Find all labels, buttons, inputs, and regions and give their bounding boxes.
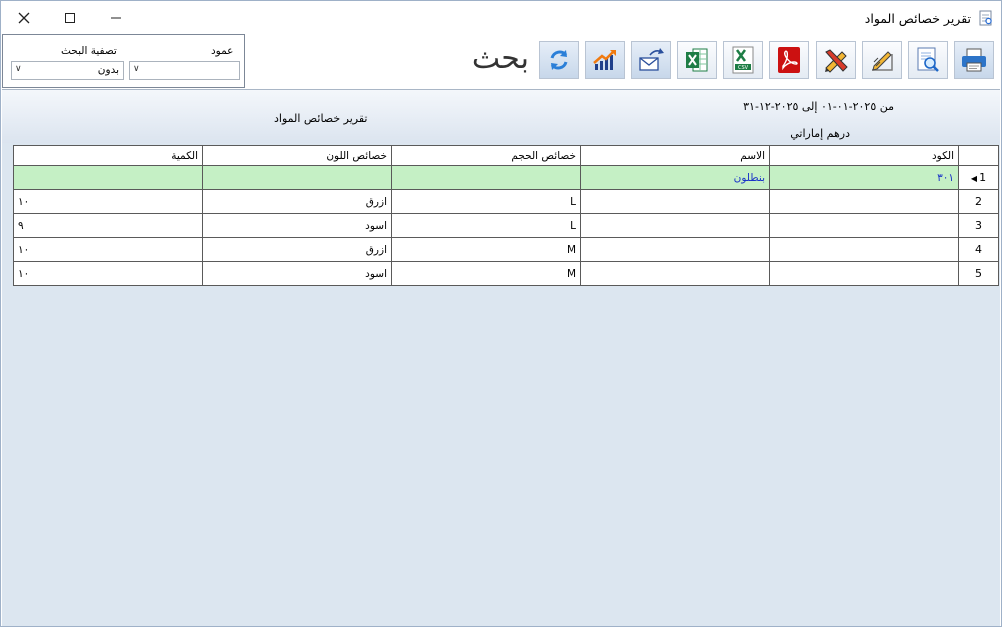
chevron-down-icon: ∨: [15, 64, 22, 74]
csv-export-button[interactable]: CSV: [723, 41, 763, 79]
maximize-button[interactable]: [47, 1, 93, 35]
row-number: 1: [979, 171, 987, 184]
header-row: الكمية خصائص اللون خصائص الحجم الاسم الك…: [13, 145, 999, 166]
color-cell[interactable]: ازرق: [202, 189, 392, 214]
size-cell[interactable]: M: [391, 237, 581, 262]
date-range: من ٢٠٢٥-٠١-٠١ إلى ٢٠٢٥-١٢-٣١: [743, 100, 894, 113]
report-app-icon: [979, 10, 992, 26]
edit-icon: [872, 51, 893, 71]
table-row[interactable]: ٩ اسود L 3: [13, 213, 999, 238]
svg-text:CSV: CSV: [738, 65, 749, 71]
window-title: تقرير خصائص المواد: [864, 11, 971, 26]
name-cell[interactable]: بنطلون: [580, 165, 770, 190]
size-cell[interactable]: L: [391, 213, 581, 238]
chevron-down-icon: ∨: [133, 64, 140, 74]
row-number[interactable]: 2: [958, 189, 999, 214]
color-cell[interactable]: اسود: [202, 213, 392, 238]
current-row-indicator-icon: ◀: [970, 174, 978, 183]
csv-icon: CSV: [732, 46, 754, 74]
refresh-icon: [550, 50, 568, 70]
color-cell[interactable]: اسود: [202, 261, 392, 286]
qty-cell[interactable]: ١٠: [13, 189, 203, 214]
edit-button[interactable]: [862, 41, 902, 79]
row-number[interactable]: 5: [958, 261, 999, 286]
minimize-button[interactable]: [93, 1, 139, 35]
color-cell[interactable]: [202, 165, 392, 190]
maximize-icon: [65, 13, 75, 23]
column-label: عمود: [211, 45, 234, 57]
email-icon: [639, 48, 664, 71]
color-cell[interactable]: ازرق: [202, 237, 392, 262]
print-button[interactable]: [954, 41, 994, 79]
title-bar: تقرير خصائص المواد: [1, 1, 1001, 35]
qty-cell[interactable]: ٩: [13, 213, 203, 238]
qty-cell[interactable]: [13, 165, 203, 190]
report-title: تقرير خصائص المواد: [274, 112, 368, 125]
refresh-button[interactable]: [539, 41, 579, 79]
print-icon: [962, 48, 986, 72]
header-size[interactable]: خصائص الحجم: [391, 145, 581, 166]
excel-icon: [686, 48, 708, 72]
header-corner: [958, 145, 999, 166]
row-number[interactable]: 3: [958, 213, 999, 238]
row-header[interactable]: ◀ 1: [958, 165, 999, 190]
excel-export-button[interactable]: [677, 41, 717, 79]
report-window: تقرير خصائص المواد عمود تصفية البحث ∨ ∨ …: [0, 0, 1002, 627]
report-header: من ٢٠٢٥-٠١-٠١ إلى ٢٠٢٥-١٢-٣١ درهم إمارات…: [2, 89, 1000, 145]
header-qty[interactable]: الكمية: [13, 145, 203, 166]
design-icon: [825, 49, 848, 73]
currency-label: درهم إماراتي: [790, 127, 850, 140]
qty-cell[interactable]: ١٠: [13, 237, 203, 262]
size-cell[interactable]: L: [391, 189, 581, 214]
minimize-icon: [111, 17, 121, 19]
search-filter-label: تصفية البحث: [61, 45, 117, 57]
code-cell[interactable]: [769, 189, 959, 214]
row-number[interactable]: 4: [958, 237, 999, 262]
search-filter-value: بدون: [97, 64, 119, 76]
column-select[interactable]: ∨: [129, 61, 240, 80]
size-cell[interactable]: [391, 165, 581, 190]
header-code[interactable]: الكود: [769, 145, 959, 166]
close-icon: [18, 12, 30, 24]
preview-button[interactable]: [908, 41, 948, 79]
search-box[interactable]: بحث: [246, 39, 533, 83]
table-row[interactable]: ١٠ ازرق L 2: [13, 189, 999, 214]
close-button[interactable]: [1, 1, 47, 35]
pdf-export-button[interactable]: [769, 41, 809, 79]
size-cell[interactable]: M: [391, 261, 581, 286]
name-cell[interactable]: [580, 237, 770, 262]
header-color[interactable]: خصائص اللون: [202, 145, 392, 166]
design-button[interactable]: [816, 41, 856, 79]
code-cell[interactable]: ٣٠١: [769, 165, 959, 190]
table-row[interactable]: ١٠ ازرق M 4: [13, 237, 999, 262]
name-cell[interactable]: [580, 213, 770, 238]
qty-cell[interactable]: ١٠: [13, 261, 203, 286]
chart-button[interactable]: [585, 41, 625, 79]
pdf-icon: [778, 47, 800, 73]
code-cell[interactable]: [769, 261, 959, 286]
email-button[interactable]: [631, 41, 671, 79]
code-cell[interactable]: [769, 237, 959, 262]
data-grid: الكمية خصائص اللون خصائص الحجم الاسم الك…: [13, 145, 999, 286]
table-row[interactable]: ١٠ اسود M 5: [13, 261, 999, 286]
search-filter-select[interactable]: ∨ بدون: [11, 61, 124, 80]
code-cell[interactable]: [769, 213, 959, 238]
header-name[interactable]: الاسم: [580, 145, 770, 166]
search-label: بحث: [471, 41, 529, 76]
table-row[interactable]: بنطلون ٣٠١ ◀ 1: [13, 165, 999, 190]
grid-area: الكمية خصائص اللون خصائص الحجم الاسم الك…: [2, 143, 1000, 626]
chart-icon: [593, 50, 616, 70]
name-cell[interactable]: [580, 261, 770, 286]
name-cell[interactable]: [580, 189, 770, 214]
preview-icon: [917, 47, 939, 72]
filter-panel: عمود تصفية البحث ∨ ∨ بدون: [2, 34, 245, 88]
